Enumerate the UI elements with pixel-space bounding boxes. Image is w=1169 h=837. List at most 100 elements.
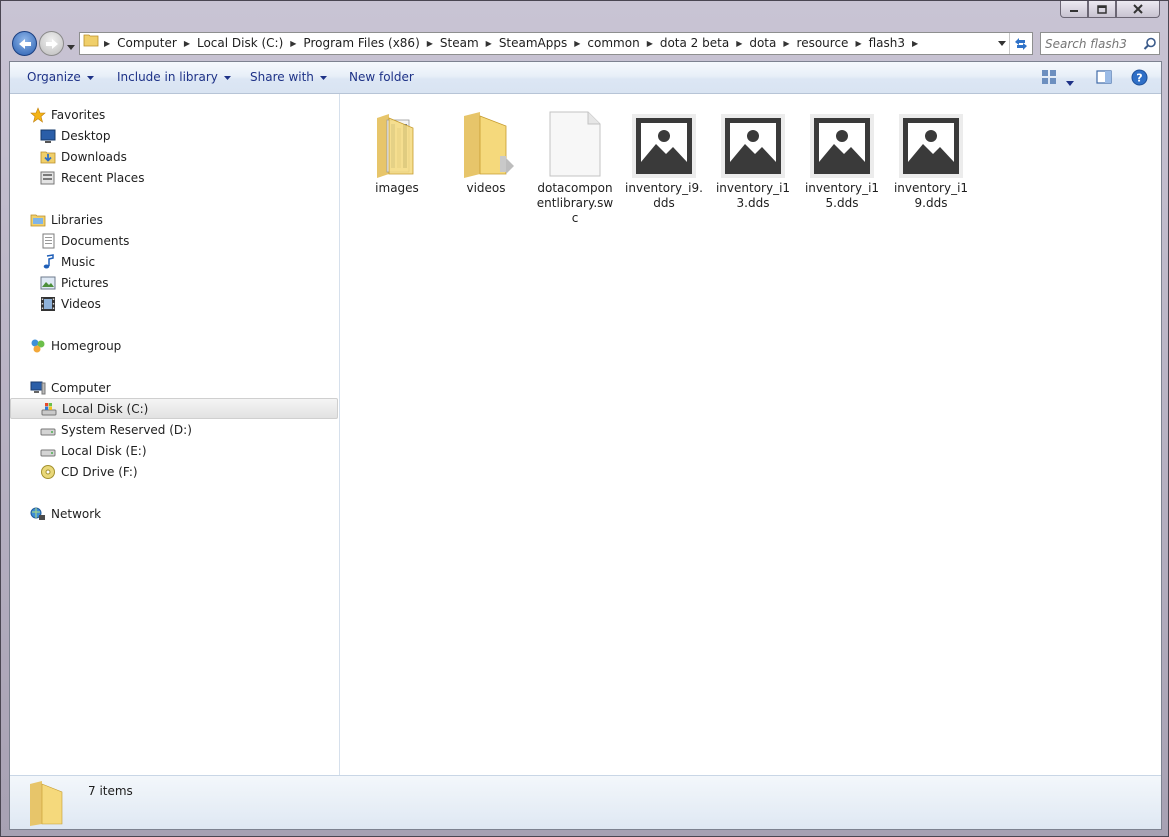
maximize-button[interactable]	[1088, 1, 1116, 18]
search-box[interactable]	[1040, 32, 1160, 55]
hard-drive-icon	[40, 449, 56, 456]
help-button[interactable]: ?	[1131, 69, 1148, 89]
svg-text:?: ?	[1136, 72, 1142, 85]
close-button[interactable]	[1116, 1, 1160, 18]
file-item[interactable]: inventory_i13.dds	[713, 106, 793, 211]
breadcrumb-separator-icon[interactable]: ▶	[571, 39, 583, 48]
breadcrumb-separator-icon[interactable]: ▶	[181, 39, 193, 48]
search-icon[interactable]	[1143, 37, 1157, 51]
windows-drive-icon	[41, 402, 57, 415]
minimize-button[interactable]	[1060, 1, 1088, 18]
chevron-down-icon	[67, 45, 75, 50]
breadcrumb-separator-icon[interactable]: ▶	[909, 39, 921, 48]
breadcrumb-separator-icon[interactable]: ▶	[287, 39, 299, 48]
image-icon	[721, 114, 785, 178]
folder-icon	[464, 112, 514, 178]
maximize-icon	[1097, 4, 1107, 14]
folder-icon	[83, 34, 99, 47]
breadcrumb-separator-icon[interactable]: ▶	[780, 39, 792, 48]
breadcrumb-program-files[interactable]: Program Files (x86)	[299, 33, 423, 54]
breadcrumb-separator-icon[interactable]: ▶	[733, 39, 745, 48]
nav-local-disk-c[interactable]: Local Disk (C:)	[10, 398, 338, 419]
breadcrumb-separator-icon[interactable]: ▶	[483, 39, 495, 48]
breadcrumb-separator-icon[interactable]: ▶	[644, 39, 656, 48]
command-bar: Organize Include in library Share with N…	[10, 62, 1161, 94]
nav-recent-places-label: Recent Places	[61, 170, 145, 185]
file-item[interactable]: inventory_i9.dds	[624, 106, 704, 211]
nav-cd-drive-f-label: CD Drive (F:)	[61, 464, 138, 479]
include-in-library-button[interactable]: Include in library	[117, 62, 231, 93]
nav-system-reserved-d[interactable]: System Reserved (D:)	[10, 419, 338, 440]
breadcrumb-dota-2-beta[interactable]: dota 2 beta	[656, 33, 733, 54]
search-input[interactable]	[1041, 35, 1143, 52]
breadcrumb-common[interactable]: common	[583, 33, 643, 54]
nav-downloads[interactable]: Downloads	[10, 146, 338, 167]
file-item[interactable]: dotacomponentlibrary.swc	[535, 106, 615, 226]
new-folder-button[interactable]: New folder	[349, 62, 414, 93]
nav-local-disk-e[interactable]: Local Disk (E:)	[10, 440, 338, 461]
breadcrumb-flash3[interactable]: flash3	[865, 33, 909, 54]
arrow-right-icon	[45, 38, 58, 49]
folder-icon	[377, 114, 414, 178]
nav-cd-drive-f[interactable]: CD Drive (F:)	[10, 461, 338, 482]
nav-homegroup[interactable]: Homegroup	[10, 335, 338, 356]
file-item[interactable]: videos	[446, 106, 526, 196]
nav-computer[interactable]: Computer	[10, 377, 338, 398]
breadcrumb-steam[interactable]: Steam	[436, 33, 483, 54]
nav-local-disk-c-label: Local Disk (C:)	[62, 401, 149, 416]
nav-local-disk-e-label: Local Disk (E:)	[61, 443, 147, 458]
back-button[interactable]	[12, 31, 37, 56]
breadcrumb-steamapps[interactable]: SteamApps	[495, 33, 571, 54]
nav-videos[interactable]: Videos	[10, 293, 338, 314]
new-folder-label: New folder	[349, 70, 414, 84]
nav-desktop[interactable]: Desktop	[10, 125, 338, 146]
nav-network-label: Network	[51, 506, 102, 521]
documents-icon	[42, 233, 55, 248]
share-with-button[interactable]: Share with	[250, 62, 327, 93]
chevron-down-icon	[86, 75, 94, 80]
nav-recent-places[interactable]: Recent Places	[10, 167, 338, 188]
nav-homegroup-label: Homegroup	[51, 338, 122, 353]
nav-network[interactable]: Network	[10, 503, 338, 524]
nav-favorites-label: Favorites	[51, 107, 106, 122]
refresh-button[interactable]	[1009, 33, 1032, 54]
folder-icon	[30, 781, 63, 826]
caption-buttons	[1060, 1, 1160, 18]
breadcrumb-separator-icon[interactable]: ▶	[424, 39, 436, 48]
breadcrumb-local-disk-c[interactable]: Local Disk (C:)	[193, 33, 287, 54]
breadcrumb-separator-icon[interactable]: ▶	[852, 39, 864, 48]
nav-music[interactable]: Music	[10, 251, 338, 272]
videos-icon	[41, 296, 55, 311]
chevron-down-icon	[998, 41, 1006, 46]
nav-favorites[interactable]: Favorites	[10, 104, 338, 125]
preview-pane-button[interactable]	[1096, 69, 1112, 88]
breadcrumb-dota[interactable]: dota	[745, 33, 780, 54]
computer-icon	[30, 381, 46, 394]
breadcrumb-computer[interactable]: Computer	[113, 33, 181, 54]
address-history-dropdown[interactable]	[995, 33, 1009, 54]
explorer-window: ▶ Computer ▶ Local Disk (C:) ▶ Program F…	[0, 0, 1169, 837]
recent-pages-dropdown[interactable]	[67, 39, 75, 53]
file-label: dotacomponentlibrary.swc	[536, 181, 614, 225]
breadcrumb-separator-icon[interactable]: ▶	[101, 39, 113, 48]
nav-pictures[interactable]: Pictures	[10, 272, 338, 293]
breadcrumb-root-folder-icon[interactable]	[80, 33, 101, 54]
file-item[interactable]: inventory_i19.dds	[891, 106, 971, 211]
change-view-button[interactable]	[1041, 69, 1057, 88]
address-bar[interactable]: ▶ Computer ▶ Local Disk (C:) ▶ Program F…	[79, 32, 1033, 55]
nav-documents[interactable]: Documents	[10, 230, 338, 251]
file-item[interactable]: images	[357, 106, 437, 196]
forward-button[interactable]	[39, 31, 64, 56]
file-label: images	[375, 181, 419, 195]
nav-libraries-label: Libraries	[51, 212, 103, 227]
breadcrumb-resource[interactable]: resource	[793, 33, 853, 54]
hard-drive-icon	[40, 428, 56, 435]
view-options-dropdown[interactable]	[1066, 75, 1074, 89]
nav-libraries[interactable]: Libraries	[10, 209, 338, 230]
organize-label: Organize	[27, 70, 81, 84]
view-options-icon	[1042, 70, 1056, 84]
file-item[interactable]: inventory_i15.dds	[802, 106, 882, 211]
file-label: videos	[466, 181, 506, 195]
pictures-icon	[40, 276, 56, 289]
organize-button[interactable]: Organize	[27, 62, 94, 93]
